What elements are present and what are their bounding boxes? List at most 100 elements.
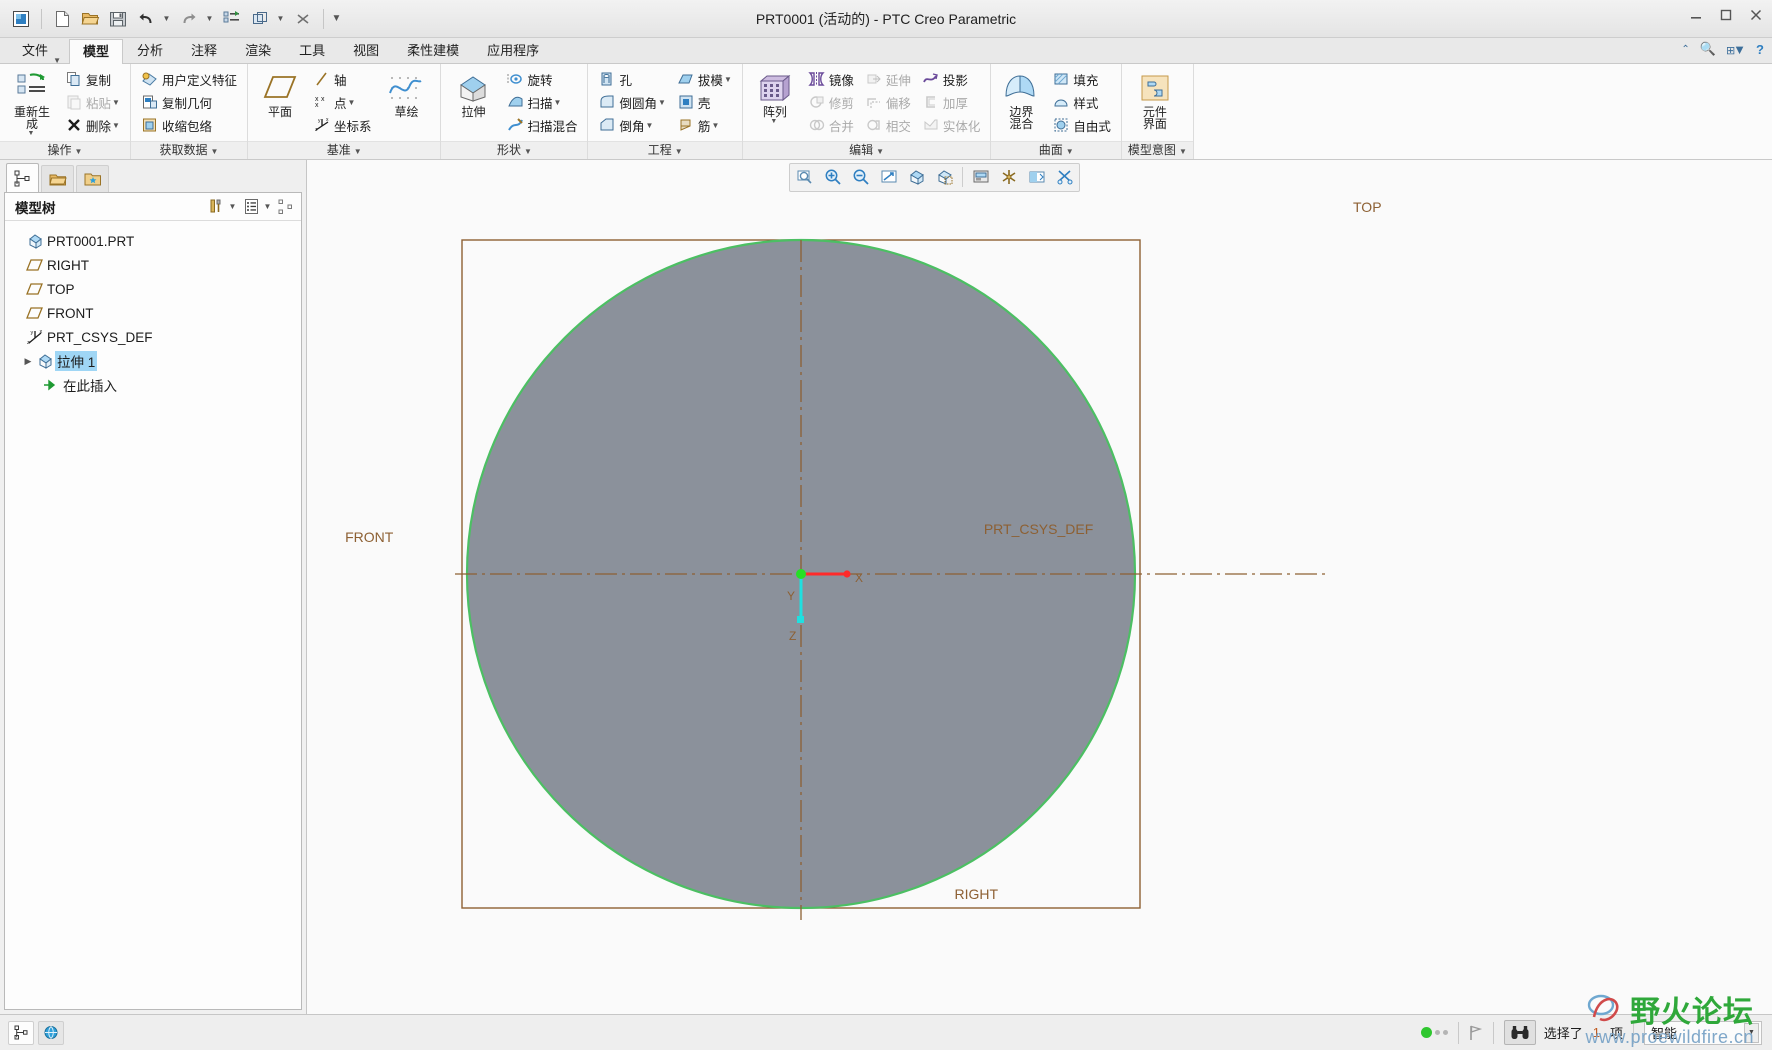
group-label-operations[interactable]: 操作 ▼ [0,141,130,159]
customize-toolbar-caret[interactable]: ▼ [331,6,344,32]
save-icon[interactable] [105,6,131,32]
shrinkwrap-button[interactable]: 收缩包络 [137,114,241,136]
binoculars-icon[interactable] [1503,1020,1536,1045]
style-button[interactable]: 样式 [1048,91,1115,113]
tree-expander[interactable]: ▶ [21,356,35,367]
model-tree-tab[interactable] [6,163,39,192]
chevron-down-icon[interactable]: ▼ [646,121,654,130]
minimize-button[interactable] [1686,6,1706,24]
intersect-button[interactable]: 相交 [861,114,915,136]
tab-render[interactable]: 渲染 [231,38,285,63]
repaint-icon[interactable] [875,165,902,190]
tab-analysis[interactable]: 分析 [123,38,177,63]
maximize-button[interactable] [1716,6,1736,24]
chevron-down-icon[interactable]: ▼ [1744,1022,1759,1043]
tab-model[interactable]: 模型 [69,39,124,64]
undo-dropdown-caret[interactable]: ▼ [161,6,174,32]
tab-flexible-modeling[interactable]: 柔性建模 [393,38,473,63]
copy-geometry-button[interactable]: 复制几何 [137,91,241,113]
folder-browser-tab[interactable] [41,165,74,192]
draft-button[interactable]: 拔模 ▼ [673,68,736,90]
model-tree-panel-toggle[interactable] [8,1020,34,1045]
display-settings-icon[interactable] [240,196,262,218]
browser-panel-toggle[interactable] [38,1020,64,1045]
sketch-button[interactable]: 草绘 [378,67,434,119]
sweep-button[interactable]: 扫描 ▼ [502,91,581,113]
settings-icon[interactable]: ⊞▼ [1726,42,1746,57]
saved-views-icon[interactable] [967,165,994,190]
chevron-down-icon[interactable]: ▼ [724,75,732,84]
merge-button[interactable]: 合并 [804,114,858,136]
chevron-down-icon[interactable]: ▼ [347,98,355,107]
chevron-down-icon[interactable]: ▼ [112,98,120,107]
close-button[interactable] [1746,6,1766,24]
app-icon[interactable] [8,6,34,32]
chevron-down-icon[interactable]: ▼ [711,121,719,130]
favorites-tab[interactable] [76,165,109,192]
chevron-down-icon[interactable]: ▼ [553,98,561,107]
display-dropdown-caret[interactable]: ▼ [262,196,275,218]
delete-button[interactable]: 删除 ▼ [61,114,124,136]
redo-icon[interactable] [176,6,202,32]
zoom-out-icon[interactable] [847,165,874,190]
regenerate-icon[interactable] [219,6,245,32]
group-label-shapes[interactable]: 形状 ▼ [441,141,588,159]
tab-applications[interactable]: 应用程序 [473,38,553,63]
shell-button[interactable]: 壳 [673,91,736,113]
chevron-down-icon[interactable]: ▼ [770,118,777,125]
thicken-button[interactable]: 加厚 [918,91,985,113]
datum-plane-button[interactable]: 平面 [254,67,306,119]
solidify-button[interactable]: 实体化 [918,114,985,136]
paste-button[interactable]: 粘贴 ▼ [61,91,124,113]
udf-button[interactable]: 用户定义特征 [137,68,241,90]
copy-button[interactable]: 复制 [61,68,124,90]
hole-button[interactable]: 孔 [594,68,669,90]
graphics-viewport[interactable]: X Y Z TOP FRONT RIGHT PRT_CSYS_DEF [307,194,1772,1014]
tree-item-front[interactable]: FRONT [5,301,301,325]
group-label-engineering[interactable]: 工程 ▼ [588,141,742,159]
tab-file[interactable]: 文件 ▼ [8,38,69,65]
coordinate-system-button[interactable]: yz x 坐标系 [309,114,376,136]
open-file-icon[interactable] [77,6,103,32]
regenerate-button[interactable]: 重新生成 ▼ [6,67,58,138]
offset-button[interactable]: 偏移 [861,91,915,113]
chamfer-button[interactable]: 倒角 ▼ [594,114,669,136]
tree-item-right[interactable]: RIGHT [5,253,301,277]
revolve-button[interactable]: 旋转 [502,68,581,90]
chevron-down-icon[interactable]: ▼ [112,121,120,130]
tools-icon[interactable] [205,196,227,218]
tree-item-insert-here[interactable]: 在此插入 [5,373,301,397]
tree-item-part[interactable]: PRT0001.PRT [5,229,301,253]
refit-icon[interactable] [791,165,818,190]
tab-tools[interactable]: 工具 [285,38,339,63]
tree-item-top[interactable]: TOP [5,277,301,301]
group-label-get-data[interactable]: 获取数据 ▼ [130,141,247,159]
chevron-down-icon[interactable]: ▼ [28,130,35,137]
redo-dropdown-caret[interactable]: ▼ [204,6,217,32]
new-file-icon[interactable] [49,6,75,32]
datum-plane-display-icon[interactable] [931,165,958,190]
mirror-button[interactable]: 镜像 [804,68,858,90]
tools-dropdown-caret[interactable]: ▼ [227,196,240,218]
component-interface-button[interactable]: 元件 界面 [1128,67,1182,131]
project-button[interactable]: 投影 [918,68,985,90]
chevron-down-icon[interactable]: ▼ [658,98,666,107]
group-label-surfaces[interactable]: 曲面 ▼ [991,141,1121,159]
help-icon[interactable]: ? [1756,42,1764,57]
tree-item-csys[interactable]: yz x PRT_CSYS_DEF [5,325,301,349]
rib-button[interactable]: 筋 ▼ [673,114,736,136]
boundary-blend-button[interactable]: 边界 混合 [997,67,1045,131]
datum-display-icon[interactable] [903,165,930,190]
undo-icon[interactable] [133,6,159,32]
window-arrange-icon[interactable] [247,6,273,32]
round-button[interactable]: 倒圆角 ▼ [594,91,669,113]
display-style-icon[interactable] [1023,165,1050,190]
regeneration-status[interactable] [1411,1015,1458,1050]
datum-point-button[interactable]: xxx 点 ▼ [309,91,376,113]
pattern-button[interactable]: 阵列 ▼ [749,67,801,126]
tab-annotate[interactable]: 注释 [177,38,231,63]
trim-button[interactable]: 修剪 [804,91,858,113]
zoom-in-icon[interactable] [819,165,846,190]
datum-axis-button[interactable]: 轴 [309,68,376,90]
close-window-icon[interactable] [290,6,316,32]
